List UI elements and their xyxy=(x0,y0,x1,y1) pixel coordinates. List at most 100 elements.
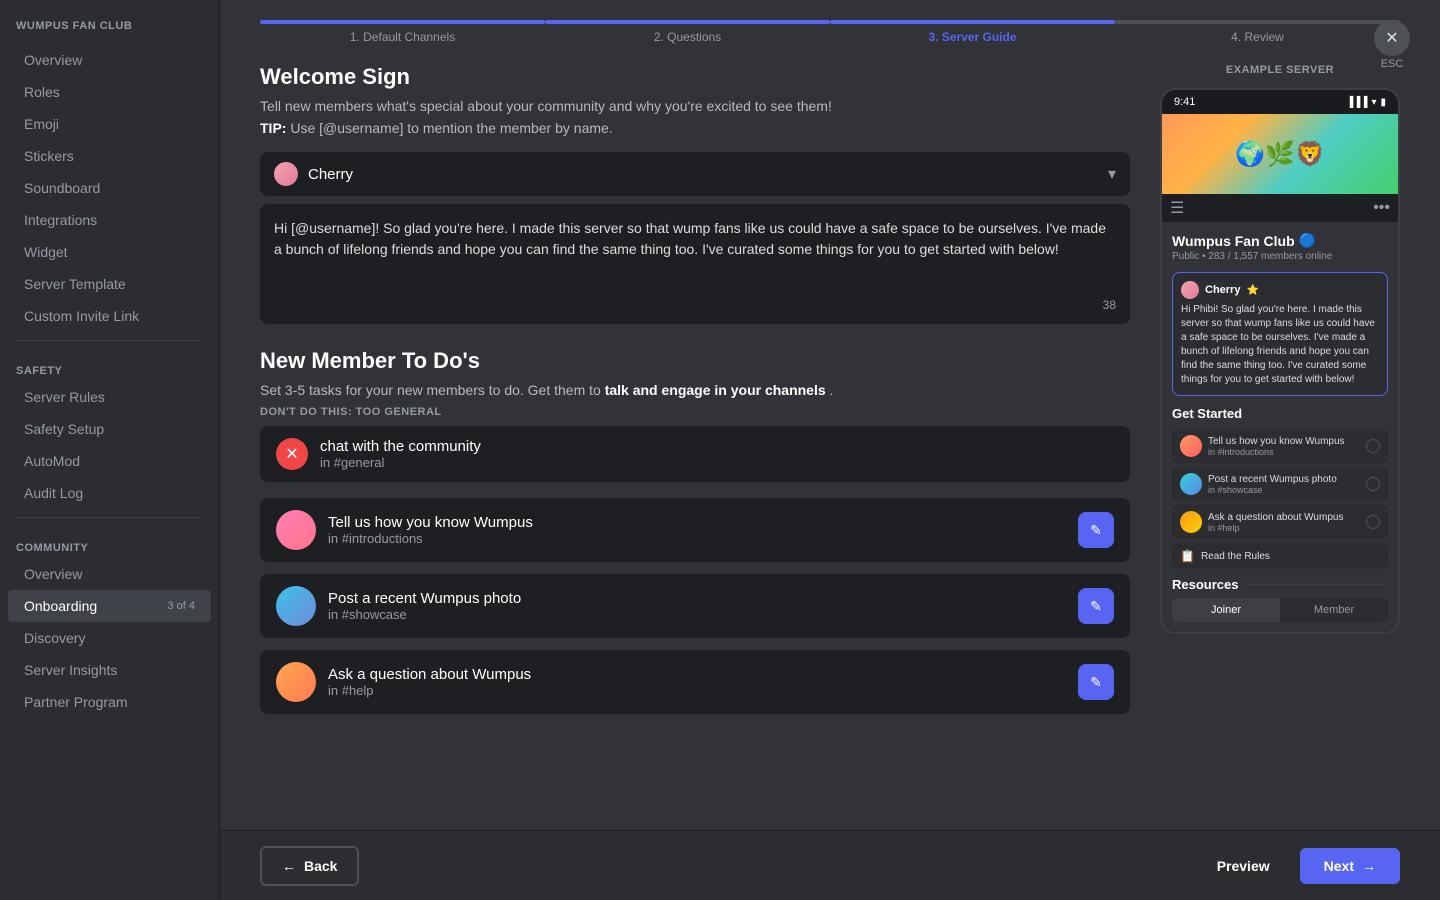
phone-task-channel-2: in #showcase xyxy=(1208,485,1360,495)
phone-task-avatar-3 xyxy=(1180,511,1202,533)
sidebar-divider-community xyxy=(16,517,203,518)
tip-label: TIP: xyxy=(260,120,286,136)
author-name: Cherry xyxy=(308,166,1098,183)
bottom-bar: ← Back Preview Next → xyxy=(220,830,1440,900)
good-item-edit-button-2[interactable]: ✎ xyxy=(1078,588,1114,624)
sidebar-item-stickers[interactable]: Stickers xyxy=(8,140,211,172)
tab-joiner[interactable]: Joiner xyxy=(1172,598,1280,622)
next-button[interactable]: Next → xyxy=(1300,848,1400,884)
more-icon[interactable]: ••• xyxy=(1373,199,1390,217)
sidebar-item-server-insights[interactable]: Server Insights xyxy=(8,654,211,686)
sidebar-item-overview[interactable]: Overview xyxy=(8,44,211,76)
phone-msg-text: Hi Phibi! So glad you're here. I made th… xyxy=(1181,303,1379,387)
back-button[interactable]: ← Back xyxy=(260,846,359,886)
author-dropdown[interactable]: Cherry ▾ xyxy=(260,152,1130,196)
server-name: WUMPUS FAN CLUB xyxy=(0,20,219,44)
dropdown-chevron-icon: ▾ xyxy=(1108,164,1116,184)
step-line-4 xyxy=(1115,20,1400,24)
phone-task-check-3[interactable] xyxy=(1366,515,1380,529)
step-line-1 xyxy=(260,20,545,24)
preview-button[interactable]: Preview xyxy=(1197,848,1290,884)
step-label-1: 1. Default Channels xyxy=(350,30,455,44)
message-char-count: 38 xyxy=(1103,296,1116,314)
sidebar-item-server-rules[interactable]: Server Rules xyxy=(8,381,211,413)
good-item-title-2: Post a recent Wumpus photo xyxy=(328,590,1066,607)
todos-desc-normal: Set 3-5 tasks for your new members to do… xyxy=(260,382,605,398)
phone-task-check-1[interactable] xyxy=(1366,439,1380,453)
bad-item-text: chat with the community xyxy=(320,438,481,455)
welcome-sign-title: Welcome Sign xyxy=(260,64,1130,90)
next-label: Next xyxy=(1324,858,1354,874)
sidebar-badge-onboarding: 3 of 4 xyxy=(167,600,195,612)
resources-label: Resources xyxy=(1172,577,1388,592)
signal-icon: ▐▐▐ xyxy=(1346,97,1367,108)
sidebar-item-safety-setup[interactable]: Safety Setup xyxy=(8,413,211,445)
welcome-sign-desc: Tell new members what's special about yo… xyxy=(260,98,1130,114)
sidebar-item-soundboard[interactable]: Soundboard xyxy=(8,172,211,204)
esc-button[interactable]: ✕ ESC xyxy=(1374,20,1410,70)
tab-member[interactable]: Member xyxy=(1280,598,1388,622)
good-item-title-3: Ask a question about Wumpus xyxy=(328,666,1066,683)
phone-time: 9:41 xyxy=(1174,96,1195,108)
safety-section-label: SAFETY xyxy=(0,349,219,381)
step-item-3[interactable]: 3. Server Guide xyxy=(830,20,1115,44)
phone-task-2: Post a recent Wumpus photoin #showcase xyxy=(1172,467,1388,501)
menu-icon[interactable]: ☰ xyxy=(1170,198,1184,218)
phone-read-rules: 📋 Read the Rules xyxy=(1172,543,1388,569)
sidebar-item-community-overview[interactable]: Overview xyxy=(8,558,211,590)
example-label: EXAMPLE SERVER xyxy=(1160,64,1400,76)
sidebar-item-server-template[interactable]: Server Template xyxy=(8,268,211,300)
get-started-label: Get Started xyxy=(1172,406,1388,421)
verified-badge-icon: 🔵 xyxy=(1299,232,1316,249)
phone-server-meta: Public • 283 / 1,557 members online xyxy=(1172,251,1388,262)
sidebar-item-onboarding[interactable]: Onboarding3 of 4 xyxy=(8,590,211,622)
good-item-edit-button-1[interactable]: ✎ xyxy=(1078,512,1114,548)
phone-msg-badge-icon: ⭐ xyxy=(1246,285,1258,296)
good-item-avatar-2 xyxy=(276,586,316,626)
step-item-1[interactable]: 1. Default Channels xyxy=(260,20,545,44)
sidebar-item-discovery[interactable]: Discovery xyxy=(8,622,211,654)
good-todo-item-2: Post a recent Wumpus photoin #showcase✎ xyxy=(260,574,1130,638)
phone-task-title-1: Tell us how you know Wumpus xyxy=(1208,436,1360,447)
good-item-edit-button-3[interactable]: ✎ xyxy=(1078,664,1114,700)
phone-task-check-2[interactable] xyxy=(1366,477,1380,491)
phone-toolbar: ☰ ••• xyxy=(1162,194,1398,222)
rules-icon: 📋 xyxy=(1180,549,1195,563)
community-section-label: COMMUNITY xyxy=(0,526,219,558)
good-item-text-3: Ask a question about Wumpusin #help xyxy=(328,666,1066,698)
good-item-avatar-3 xyxy=(276,662,316,702)
phone-task-title-2: Post a recent Wumpus photo xyxy=(1208,474,1360,485)
phone-tabs: Joiner Member xyxy=(1172,598,1388,622)
step-line-3 xyxy=(830,20,1115,24)
good-item-text-1: Tell us how you know Wumpusin #introduct… xyxy=(328,514,1066,546)
esc-label: ESC xyxy=(1381,58,1404,70)
sidebar-item-roles[interactable]: Roles xyxy=(8,76,211,108)
sidebar-item-partner-program[interactable]: Partner Program xyxy=(8,686,211,718)
sidebar-item-automod[interactable]: AutoMod xyxy=(8,445,211,477)
sidebar-item-label-partner-program: Partner Program xyxy=(24,694,127,710)
welcome-sign-section: Welcome Sign Tell new members what's spe… xyxy=(260,64,1130,324)
phone-msg-name: Cherry xyxy=(1205,284,1240,296)
phone-mockup: 9:41 ▐▐▐ ▾ ▮ 🌍🌿🦁 ☰ ••• xyxy=(1160,88,1400,634)
battery-icon: ▮ xyxy=(1380,97,1386,108)
phone-task-text-2: Post a recent Wumpus photoin #showcase xyxy=(1208,474,1360,495)
dont-label: DON'T DO THIS: TOO GENERAL xyxy=(260,406,1130,418)
right-panel: EXAMPLE SERVER 9:41 ▐▐▐ ▾ ▮ 🌍🌿🦁 xyxy=(1160,64,1400,810)
back-arrow-icon: ← xyxy=(282,858,296,874)
sidebar-item-audit-log[interactable]: Audit Log xyxy=(8,477,211,509)
sidebar-item-integrations[interactable]: Integrations xyxy=(8,204,211,236)
phone-task-title-3: Ask a question about Wumpus xyxy=(1208,512,1360,523)
new-member-todos-section: New Member To Do's Set 3-5 tasks for you… xyxy=(260,348,1130,714)
sidebar-divider-safety xyxy=(16,340,203,341)
step-item-4[interactable]: 4. Review xyxy=(1115,20,1400,44)
welcome-message-box[interactable]: Hi [@username]! So glad you're here. I m… xyxy=(260,204,1130,324)
back-label: Back xyxy=(304,858,337,874)
bad-icon: ✕ xyxy=(276,438,308,470)
sidebar: WUMPUS FAN CLUB OverviewRolesEmojiSticke… xyxy=(0,0,220,900)
sidebar-item-custom-invite[interactable]: Custom Invite Link xyxy=(8,300,211,332)
sidebar-item-widget[interactable]: Widget xyxy=(8,236,211,268)
sidebar-item-emoji[interactable]: Emoji xyxy=(8,108,211,140)
phone-task-text-3: Ask a question about Wumpusin #help xyxy=(1208,512,1360,533)
step-item-2[interactable]: 2. Questions xyxy=(545,20,830,44)
phone-msg-avatar xyxy=(1181,281,1199,299)
